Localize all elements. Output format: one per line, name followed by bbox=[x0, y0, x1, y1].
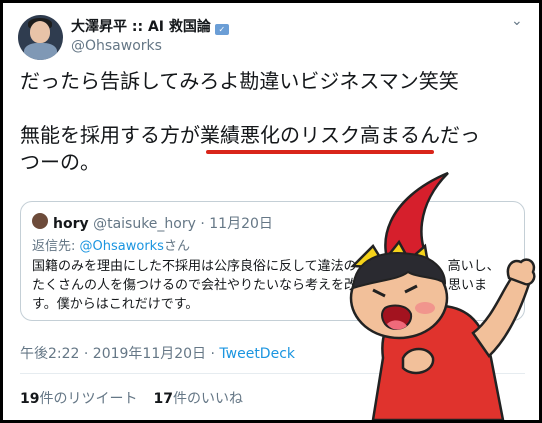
reply-prefix: 返信先: bbox=[32, 239, 80, 254]
source-app-link[interactable]: TweetDeck bbox=[219, 346, 295, 362]
author-avatar[interactable] bbox=[18, 15, 63, 60]
tweet-meta: 午後2:22 · 2019年11月20日 · TweetDeck bbox=[20, 343, 295, 363]
author-name-line[interactable]: 大澤昇平 :: AI 救国論 ✓ bbox=[71, 16, 229, 36]
reply-mention-link[interactable]: @Ohsaworks bbox=[80, 239, 164, 254]
caret-down-icon[interactable]: ⌄ bbox=[511, 13, 523, 29]
quoted-name[interactable]: hory bbox=[53, 216, 89, 232]
tweet-line: だったら告訴してみろよ勘違いビジネスマン笑笑 bbox=[20, 69, 459, 93]
reply-suffix: さん bbox=[163, 239, 190, 254]
verified-icon: ✓ bbox=[214, 24, 229, 35]
red-underline-annotation bbox=[206, 150, 434, 154]
tweet-screenshot: 大澤昇平 :: AI 救国論 ✓ @Ohsaworks ⌄ だったら告訴してみろよ… bbox=[3, 3, 539, 420]
retweet-stat[interactable]: 19件のリツイート bbox=[20, 391, 137, 407]
quoted-handle-date: @taisuke_hory · 11月20日 bbox=[93, 216, 273, 232]
author-name[interactable]: 大澤昇平 :: AI 救国論 bbox=[71, 19, 211, 35]
tweet-line: 無能を採用する方が業績悪化のリスク高まるんだっ bbox=[20, 123, 480, 147]
reply-to: 返信先: @Ohsaworksさん bbox=[32, 235, 190, 254]
angry-man-illustration bbox=[349, 171, 536, 420]
timestamp[interactable]: 午後2:22 · 2019年11月20日 · bbox=[20, 346, 219, 362]
tweet-stats: 19件のリツイート 17件のいいね bbox=[20, 388, 243, 408]
quoted-avatar[interactable] bbox=[32, 213, 48, 229]
author-handle[interactable]: @Ohsaworks bbox=[71, 38, 162, 54]
quoted-header: hory @taisuke_hory · 11月20日 bbox=[53, 213, 273, 233]
like-stat[interactable]: 17件のいいね bbox=[153, 391, 242, 407]
